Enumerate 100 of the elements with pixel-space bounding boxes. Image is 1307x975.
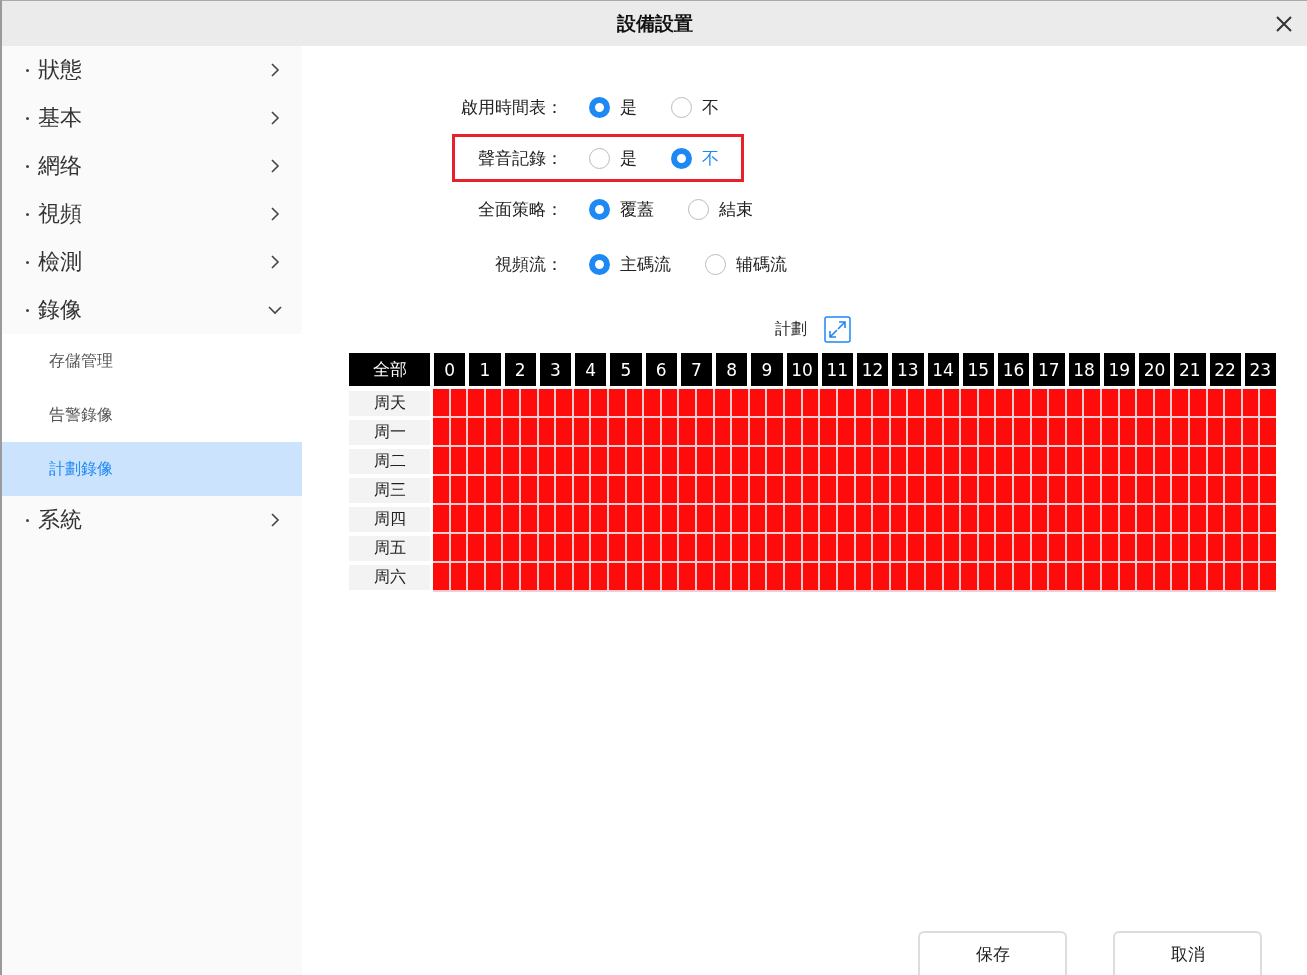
- radio-button[interactable]: [671, 147, 692, 169]
- time-slot[interactable]: [485, 534, 502, 561]
- time-slot[interactable]: [626, 563, 643, 590]
- time-slot[interactable]: [661, 389, 678, 416]
- time-slot[interactable]: [538, 534, 555, 561]
- hour-header[interactable]: 13: [892, 353, 924, 386]
- hour-header[interactable]: 7: [680, 353, 712, 386]
- time-slot[interactable]: [1119, 418, 1136, 445]
- time-slot[interactable]: [1189, 447, 1206, 474]
- day-label[interactable]: 周五: [349, 536, 430, 561]
- time-slot[interactable]: [714, 505, 731, 532]
- time-slot[interactable]: [855, 505, 872, 532]
- hour-header[interactable]: 11: [821, 353, 853, 386]
- time-slot[interactable]: [573, 534, 590, 561]
- day-label[interactable]: 周一: [349, 420, 430, 445]
- dialog-button[interactable]: 保存: [918, 931, 1067, 975]
- time-slot[interactable]: [1189, 534, 1206, 561]
- time-slot[interactable]: [1013, 418, 1030, 445]
- time-slot[interactable]: [450, 418, 467, 445]
- time-slot[interactable]: [1101, 505, 1118, 532]
- time-slot[interactable]: [1101, 534, 1118, 561]
- time-slot[interactable]: [1242, 534, 1259, 561]
- time-slot[interactable]: [1066, 563, 1083, 590]
- time-slot[interactable]: [1242, 505, 1259, 532]
- time-slot[interactable]: [837, 418, 854, 445]
- hour-header[interactable]: 20: [1139, 353, 1171, 386]
- time-slot[interactable]: [591, 418, 608, 445]
- time-slot[interactable]: [1013, 563, 1030, 590]
- time-slot[interactable]: [1242, 476, 1259, 503]
- time-slot[interactable]: [855, 563, 872, 590]
- time-slot[interactable]: [802, 505, 819, 532]
- time-slot[interactable]: [1154, 505, 1171, 532]
- time-slot[interactable]: [943, 418, 960, 445]
- time-slot[interactable]: [1101, 418, 1118, 445]
- time-slot[interactable]: [1207, 447, 1224, 474]
- sidebar-subitem[interactable]: 存儲管理: [2, 334, 302, 388]
- time-slot[interactable]: [767, 476, 784, 503]
- time-slot[interactable]: [978, 563, 995, 590]
- close-button[interactable]: [1275, 15, 1293, 33]
- time-slot[interactable]: [978, 476, 995, 503]
- time-slot[interactable]: [1066, 418, 1083, 445]
- radio-button[interactable]: [589, 147, 610, 169]
- time-slot[interactable]: [450, 505, 467, 532]
- radio-option[interactable]: 辅碼流: [705, 252, 787, 276]
- time-slot[interactable]: [591, 447, 608, 474]
- time-slot[interactable]: [714, 447, 731, 474]
- time-slot[interactable]: [855, 534, 872, 561]
- time-slot[interactable]: [1013, 505, 1030, 532]
- time-slot[interactable]: [943, 447, 960, 474]
- time-slot[interactable]: [802, 447, 819, 474]
- time-slot[interactable]: [855, 418, 872, 445]
- day-label[interactable]: 周天: [349, 391, 430, 416]
- time-slot[interactable]: [1119, 447, 1136, 474]
- time-slot[interactable]: [573, 476, 590, 503]
- time-slot[interactable]: [661, 505, 678, 532]
- time-slot[interactable]: [1119, 505, 1136, 532]
- time-slot[interactable]: [890, 563, 907, 590]
- radio-option[interactable]: 不: [671, 146, 719, 170]
- radio-button[interactable]: [589, 198, 610, 220]
- hour-header[interactable]: 3: [539, 353, 571, 386]
- time-slot[interactable]: [925, 476, 942, 503]
- sidebar-item[interactable]: 檢測: [2, 238, 302, 286]
- time-slot[interactable]: [661, 418, 678, 445]
- time-slot[interactable]: [679, 447, 696, 474]
- time-slot[interactable]: [485, 447, 502, 474]
- sidebar-item[interactable]: 系統: [2, 496, 302, 544]
- time-slot[interactable]: [767, 534, 784, 561]
- time-slot[interactable]: [591, 476, 608, 503]
- time-slot[interactable]: [679, 563, 696, 590]
- time-slot[interactable]: [767, 418, 784, 445]
- day-label[interactable]: 周三: [349, 478, 430, 503]
- time-slot[interactable]: [1119, 563, 1136, 590]
- time-slot[interactable]: [925, 389, 942, 416]
- time-slot[interactable]: [1066, 389, 1083, 416]
- hour-header[interactable]: 2: [504, 353, 536, 386]
- time-slot[interactable]: [890, 476, 907, 503]
- time-slot[interactable]: [485, 563, 502, 590]
- time-slot[interactable]: [1242, 418, 1259, 445]
- hour-header[interactable]: 21: [1174, 353, 1206, 386]
- time-slot[interactable]: [978, 389, 995, 416]
- time-slot[interactable]: [1242, 563, 1259, 590]
- time-slot[interactable]: [1031, 476, 1048, 503]
- time-slot[interactable]: [485, 389, 502, 416]
- time-slot[interactable]: [450, 476, 467, 503]
- time-slot[interactable]: [749, 418, 766, 445]
- hour-header[interactable]: 0: [434, 353, 466, 386]
- time-slot[interactable]: [573, 505, 590, 532]
- time-slot[interactable]: [1119, 389, 1136, 416]
- time-slot[interactable]: [925, 447, 942, 474]
- time-slot[interactable]: [626, 389, 643, 416]
- time-slot[interactable]: [1031, 505, 1048, 532]
- time-slot[interactable]: [714, 476, 731, 503]
- time-slot[interactable]: [1066, 476, 1083, 503]
- sidebar-item[interactable]: 網络: [2, 142, 302, 190]
- time-slot[interactable]: [978, 534, 995, 561]
- day-label[interactable]: 周六: [349, 565, 430, 590]
- radio-option[interactable]: 結束: [688, 197, 753, 221]
- time-slot[interactable]: [538, 563, 555, 590]
- time-slot[interactable]: [1207, 418, 1224, 445]
- hour-header[interactable]: 1: [469, 353, 501, 386]
